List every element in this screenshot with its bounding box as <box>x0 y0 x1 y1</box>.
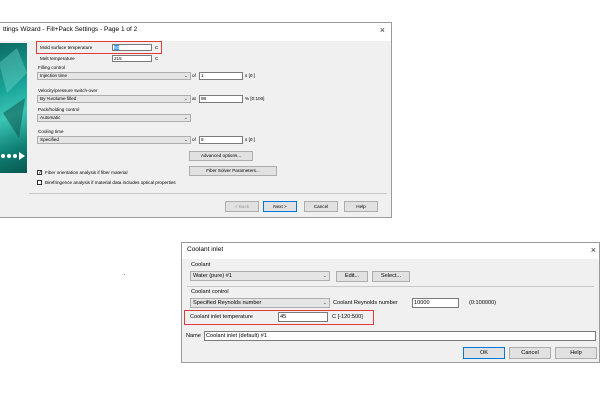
cooling-time-unit: s [0:] <box>245 137 255 142</box>
reynolds-range: (0:100000) <box>469 300 497 306</box>
cooling-time-label: Cooling time <box>38 129 64 134</box>
pack-holding-value: Automatic <box>40 115 61 120</box>
coolant-titlebar <box>182 243 599 259</box>
inlet-temp-unit: C [-120:500] <box>332 314 363 320</box>
vp-at-label: at <box>192 96 196 101</box>
background-speck <box>124 274 125 275</box>
wizard-title: ttings Wizard - Fill+Pack Settings - Pag… <box>3 26 138 33</box>
birefringence-checkbox[interactable] <box>37 180 42 185</box>
cooling-time-select[interactable]: Specified ⌄ <box>37 136 191 144</box>
coolant-inlet-window: Coolant inlet × Coolant Water (pure) #1 … <box>181 242 600 363</box>
filling-control-value: Injection time <box>40 73 68 78</box>
fiber-orientation-label: Fiber orientation analysis if fiber mate… <box>45 170 128 175</box>
wizard-close-icon[interactable]: × <box>380 25 385 35</box>
coolant-group-label: Coolant <box>191 262 211 268</box>
coolant-select-button[interactable]: Select... <box>372 271 410 282</box>
vp-switchover-value: By %volume filled <box>40 96 77 101</box>
coolant-close-icon[interactable]: × <box>591 245 596 255</box>
melt-temp-label: Melt temperature <box>40 56 75 61</box>
reynolds-input[interactable]: 10000 <box>412 298 459 308</box>
wizard-side-graphic <box>0 43 27 173</box>
chevron-down-icon: ⌄ <box>183 96 188 102</box>
pack-holding-label: Pack/holding control <box>38 107 80 112</box>
pack-holding-select[interactable]: Automatic ⌄ <box>37 114 191 122</box>
mold-temp-value: 50 <box>114 45 120 50</box>
vp-switchover-select[interactable]: By %volume filled ⌄ <box>37 95 191 103</box>
filling-control-label: Filling control <box>38 65 66 70</box>
melt-temp-input[interactable]: 215 <box>112 55 152 62</box>
name-label: Name <box>186 333 201 339</box>
mold-temp-label: Mold surface temperature <box>40 45 93 50</box>
coolant-select[interactable]: Water (pure) #1 ⌄ <box>190 271 330 281</box>
fiber-solver-button[interactable]: Fiber Solver Parameters... <box>189 166 277 176</box>
cooling-time-value: Specified <box>40 137 59 142</box>
chevron-down-icon: ⌄ <box>183 137 188 143</box>
coolant-control-label: Coolant control <box>191 289 229 295</box>
ok-button[interactable]: OK <box>463 347 505 359</box>
birefringence-label: Birefringence analysis if material data … <box>45 180 176 185</box>
coolant-control-select[interactable]: Specified Reynolds number ⌄ <box>190 298 330 308</box>
coolant-value: Water (pure) #1 <box>193 273 232 279</box>
mold-temp-input[interactable]: 50 <box>112 44 152 51</box>
reynolds-label: Coolant Reynolds number <box>333 300 398 306</box>
cancel-button[interactable]: Cancel <box>304 201 338 212</box>
mold-temp-unit: C <box>155 45 159 50</box>
cooling-time-input[interactable]: 9 <box>199 136 243 144</box>
vp-switchover-label: Velocity/pressure switch-over <box>38 88 98 93</box>
chevron-down-icon: ⌄ <box>183 73 188 79</box>
wizard-graphic-decor-icon <box>0 48 27 160</box>
fiber-orientation-checkbox[interactable]: ✓ <box>37 170 42 176</box>
coolant-group-divider <box>187 286 594 287</box>
filling-control-select[interactable]: Injection time ⌄ <box>37 72 191 80</box>
coolant-cancel-button[interactable]: Cancel <box>509 347 551 359</box>
filling-of-label: of <box>192 73 196 78</box>
help-button[interactable]: Help <box>344 201 378 212</box>
wizard-footer-divider <box>29 193 387 194</box>
inlet-temp-label: Coolant inlet temperature <box>190 314 253 320</box>
fill-pack-wizard-window: ttings Wizard - Fill+Pack Settings - Pag… <box>0 22 392 218</box>
injection-time-unit: s [0:] <box>245 73 255 78</box>
next-button[interactable]: Next > <box>263 201 297 212</box>
coolant-control-value: Specified Reynolds number <box>193 300 262 306</box>
advanced-options-button[interactable]: Advanced options... <box>189 151 253 161</box>
name-input[interactable]: Coolant inlet (default) #1 <box>204 331 596 341</box>
back-button[interactable]: < Back <box>225 201 259 212</box>
cooling-of-label: of <box>192 137 196 142</box>
coolant-edit-button[interactable]: Edit... <box>336 271 368 282</box>
coolant-help-button[interactable]: Help <box>555 347 597 359</box>
chevron-down-icon: ⌄ <box>183 115 188 121</box>
coolant-title: Coolant inlet <box>187 246 224 253</box>
chevron-down-icon: ⌄ <box>322 300 327 306</box>
inlet-temp-input[interactable]: 45 <box>278 312 328 322</box>
melt-temp-unit: C <box>155 56 159 61</box>
chevron-down-icon: ⌄ <box>322 273 327 279</box>
vp-volume-input[interactable]: 98 <box>199 95 243 103</box>
vp-volume-unit: % [0:100] <box>245 96 265 101</box>
injection-time-input[interactable]: 1 <box>199 72 243 80</box>
